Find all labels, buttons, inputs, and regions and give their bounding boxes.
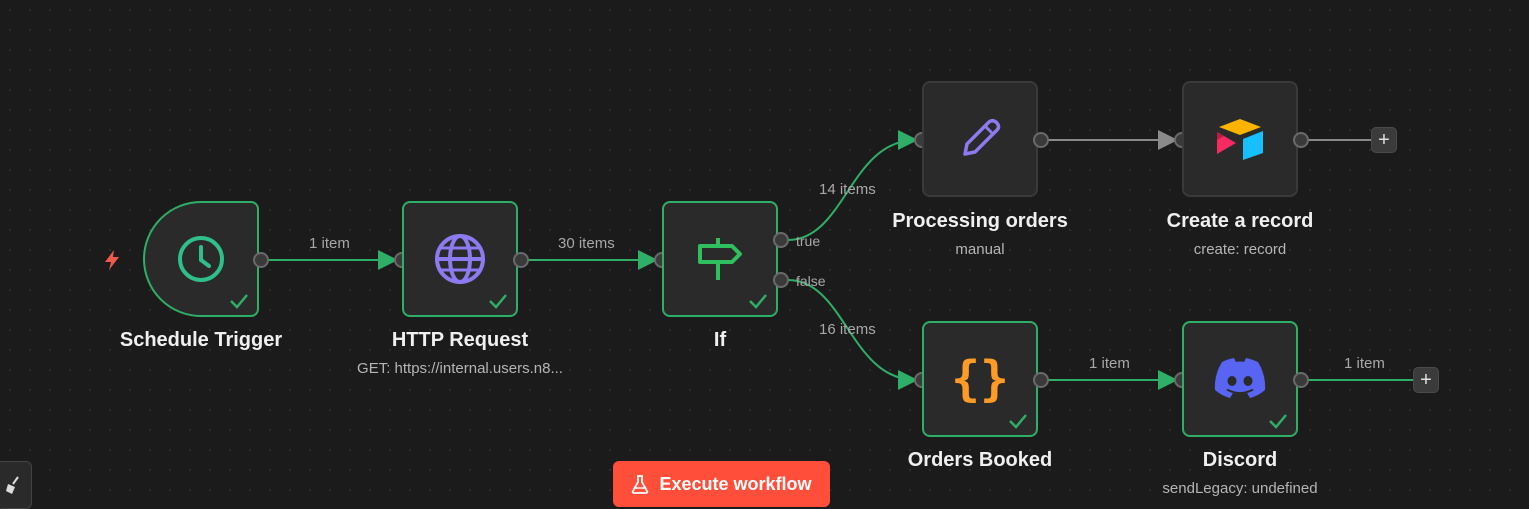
false-output-handle[interactable] <box>773 272 789 288</box>
node-if[interactable] <box>662 201 778 317</box>
execute-workflow-button[interactable]: Execute workflow <box>613 461 830 507</box>
check-icon <box>230 294 248 309</box>
broom-icon <box>6 476 19 494</box>
discord-icon <box>1214 358 1266 398</box>
check-icon <box>1009 414 1027 429</box>
node-discord[interactable] <box>1182 321 1298 437</box>
clock-icon <box>178 236 224 282</box>
node-title: Create a record <box>1166 210 1314 232</box>
node-title: HTTP Request <box>391 329 529 351</box>
edge-item-count: 16 items <box>819 321 876 338</box>
edge-item-count: 1 item <box>1344 355 1385 372</box>
tidy-up-button[interactable] <box>0 461 32 509</box>
output-handle[interactable] <box>253 252 269 268</box>
branch-label-false: false <box>796 273 826 289</box>
output-handle[interactable] <box>1033 132 1049 148</box>
node-title: Discord <box>1202 449 1278 471</box>
node-http-request[interactable] <box>402 201 518 317</box>
execute-workflow-label: Execute workflow <box>659 473 812 494</box>
node-processing-orders[interactable] <box>922 81 1038 197</box>
node-schedule-trigger[interactable] <box>143 201 259 317</box>
add-node-button[interactable]: + <box>1413 367 1439 393</box>
pencil-icon <box>963 118 1001 156</box>
bolt-icon <box>105 250 119 270</box>
node-title: Orders Booked <box>907 449 1053 471</box>
flask-icon <box>632 475 649 494</box>
edge-item-count: 1 item <box>309 235 350 252</box>
node-subtitle: GET: https://internal.users.n8... <box>357 360 563 377</box>
node-subtitle: sendLegacy: undefined <box>1162 480 1318 497</box>
node-title: Schedule Trigger <box>119 329 283 351</box>
edge-item-count: 14 items <box>819 181 876 198</box>
add-node-button[interactable]: + <box>1371 127 1397 153</box>
check-icon <box>1269 414 1287 429</box>
node-subtitle: manual <box>955 241 1005 258</box>
node-subtitle: create: record <box>1193 241 1287 258</box>
node-title: If <box>713 329 727 351</box>
check-icon <box>489 294 507 309</box>
edge-item-count: 1 item <box>1089 355 1130 372</box>
code-braces-icon: {} <box>951 351 1009 407</box>
edge-item-count: 30 items <box>558 235 615 252</box>
signpost-icon <box>698 238 742 280</box>
output-handle[interactable] <box>1293 132 1309 148</box>
check-icon <box>749 294 767 309</box>
true-output-handle[interactable] <box>773 232 789 248</box>
airtable-icon <box>1217 119 1263 160</box>
node-create-record[interactable] <box>1182 81 1298 197</box>
output-handle[interactable] <box>1033 372 1049 388</box>
output-handle[interactable] <box>1293 372 1309 388</box>
node-title: Processing orders <box>892 210 1068 232</box>
node-orders-booked[interactable]: {} <box>922 321 1038 437</box>
output-handle[interactable] <box>513 252 529 268</box>
globe-icon <box>435 234 485 284</box>
branch-label-true: true <box>796 233 821 249</box>
